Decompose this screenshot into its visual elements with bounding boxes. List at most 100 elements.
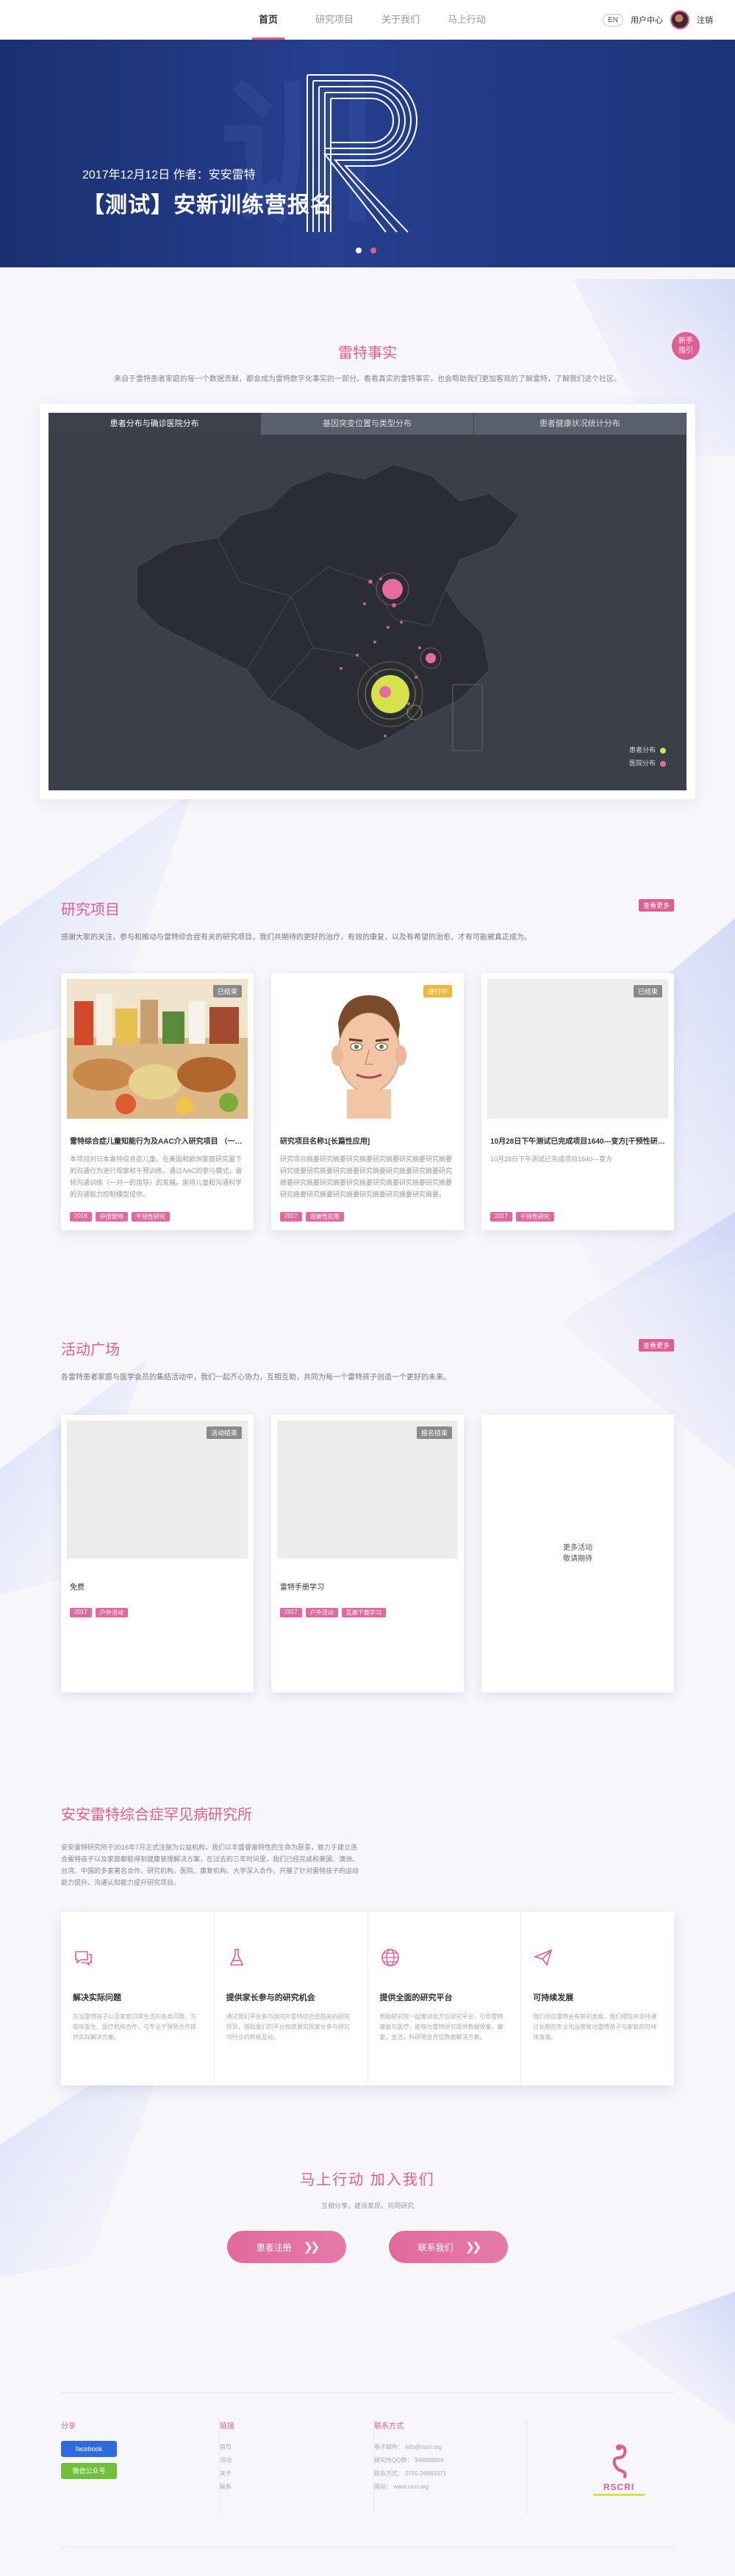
tag[interactable]: 观察性应用 [305, 1212, 344, 1222]
activity-image-placeholder [67, 1421, 248, 1559]
footer-contact-heading: 联系方式 [374, 2422, 404, 2431]
activity-status-badge: 活动结束 [206, 1426, 242, 1439]
activity-image-placeholder [277, 1421, 458, 1559]
tag[interactable]: 2017 [490, 1212, 512, 1222]
research-cards: 已结束 雷特综合症儿童知能行为及AAC介入研究项目 （一期） 本项目对日本雷特综… [61, 973, 674, 1230]
newbie-guide-badge[interactable]: 新手 指引 [672, 332, 700, 360]
footer-link-contact[interactable]: 联系 [220, 2481, 373, 2494]
tag[interactable]: 2017 [280, 1212, 302, 1222]
tag[interactable]: 中国雷特 [95, 1212, 128, 1222]
tag[interactable]: 干预性研究 [515, 1212, 554, 1222]
tab-gene-mutation[interactable]: 基因突变位置与类型分布 [261, 413, 474, 435]
research-card[interactable]: 已结束 10月28日下午测试已完成项目1640---变方[干预性研究] 10月2… [481, 973, 674, 1230]
tag[interactable]: 互换下载学习 [341, 1608, 386, 1617]
research-card[interactable]: 进行中 研究项目名称1[长篇性应用] 研究项目摘要研究摘要研究摘要研究摘要研究摘… [271, 973, 464, 1230]
card-image-food: 已结束 [67, 979, 248, 1119]
activity-title[interactable]: 免费 [67, 1581, 248, 1592]
nav-user-area: EN 用户中心 注销 [603, 0, 713, 40]
activity-title[interactable]: 雷特手册学习 [277, 1581, 458, 1592]
map-legend: 患者分布 医院分布 [629, 743, 666, 770]
activities-more-button[interactable]: 查看更多 [638, 1339, 674, 1352]
hero-banner[interactable]: 训 2017年12月12日 作者：安安雷特 【测试】安新训练营报名 [0, 40, 735, 267]
globe-icon [380, 1947, 509, 1969]
card-title[interactable]: 研究项目名称1[长篇性应用] [277, 1135, 458, 1146]
tab-health-status[interactable]: 患者健康状况统计分布 [473, 413, 686, 435]
card-title[interactable]: 雷特综合症儿童知能行为及AAC介入研究项目 （一期） [67, 1135, 248, 1146]
double-chevron-right-icon: ❯❯ [465, 2241, 482, 2254]
carousel-dots [356, 248, 376, 253]
facts-title: 雷特事实 [338, 345, 397, 361]
facebook-button[interactable]: facebook [61, 2441, 117, 2457]
tab-patient-distribution[interactable]: 患者分布与确诊医院分布 [49, 413, 262, 435]
footer-link-home[interactable]: 首页 [220, 2441, 373, 2454]
carousel-dot-2[interactable] [370, 248, 376, 253]
china-map-graphic [136, 463, 520, 751]
research-title: 研究项目 [61, 902, 120, 918]
footer-bottom-bar [61, 2547, 674, 2576]
rscri-logo: RSCRI [593, 2442, 645, 2496]
nav-research[interactable]: 研究项目 [308, 0, 361, 40]
activities-subtitle: 各雷特患者家庭与医学会员的集结活动中，我们一起齐心协力，互相互助，共同为每一个雷… [61, 1374, 451, 1382]
legend-patients[interactable]: 患者分布 [629, 743, 666, 757]
more-activities-line1: 更多活动 [563, 1544, 592, 1552]
footer-link-about[interactable]: 关于 [220, 2467, 373, 2481]
institute-description: 安安雷特研究所于2016年7月正式注册为公益机构，我们以丰盛睿雷特性的生命为愿景… [61, 1844, 359, 1886]
card-status-badge: 已结束 [212, 985, 242, 997]
tag[interactable]: 干预性研究 [131, 1212, 170, 1222]
activity-status-badge: 报名结束 [416, 1426, 452, 1439]
contact-us-button[interactable]: 联系我们 ❯❯ [389, 2231, 508, 2263]
wechat-button[interactable]: 微信公众号 [61, 2463, 117, 2479]
nav-home[interactable]: 首页 [242, 0, 295, 40]
institute-title: 安安雷特综合症罕见病研究所 [61, 1807, 252, 1823]
chat-icon [73, 1947, 202, 1969]
footer: 分享 facebook 微信公众号 链接 首页 活动 关于 联系 联系方式 电子… [61, 2392, 674, 2547]
tag[interactable]: 2016 [70, 1212, 92, 1222]
feature-title: 解决实际问题 [73, 1994, 121, 2002]
tag[interactable]: 户外活动 [95, 1608, 128, 1617]
avatar[interactable] [670, 10, 689, 29]
cta-buttons: 患者注册 ❯❯ 联系我们 ❯❯ [0, 2231, 735, 2263]
language-toggle[interactable]: EN [603, 13, 623, 26]
tag[interactable]: 2017 [280, 1608, 302, 1617]
china-map[interactable]: 患者分布 医院分布 [49, 435, 686, 790]
logo-text: RSCRI [603, 2482, 635, 2492]
card-description: 研究项目摘要研究摘要研究摘要研究摘要研究摘要研究摘要研究摘要研究摘要研究摘要研究… [280, 1155, 453, 1198]
patient-register-button[interactable]: 患者注册 ❯❯ [227, 2231, 346, 2263]
tag[interactable]: 2017 [70, 1608, 92, 1617]
card-image-face: 进行中 [277, 979, 458, 1119]
activity-card[interactable]: 报名结束 雷特手册学习 2017 户外活动 互换下载学习 [271, 1415, 464, 1692]
feature-description: 帮助研究院一起推动全方位研究平台，引导雷特康复与医疗，能够为雷特研究提供数据收集… [379, 2013, 503, 2041]
facts-subtitle: 来自于雷特患者家庭的每一个数据贡献，都会成为雷特数字化事实的一部分。看看真实的雷… [114, 375, 621, 383]
feature-description: 应当雷特孩子以及家庭日常生活的各类问题，与临床医生、医疗机构合作，与专业干预师合… [73, 2013, 196, 2041]
activities-title: 活动广场 [61, 1342, 120, 1358]
footer-logo-area: RSCRI [527, 2420, 674, 2515]
more-activities-line2: 敬请期待 [563, 1555, 592, 1563]
card-status-badge: 进行中 [423, 985, 452, 997]
legend-hospitals[interactable]: 医院分布 [629, 757, 666, 770]
card-description: 10月28日下午测试已完成项目1640---变方 [490, 1155, 613, 1163]
research-card[interactable]: 已结束 雷特综合症儿童知能行为及AAC介入研究项目 （一期） 本项目对日本雷特综… [61, 973, 254, 1230]
tag[interactable]: 户外活动 [305, 1608, 338, 1617]
footer-link-activities[interactable]: 活动 [220, 2454, 373, 2467]
research-header: 研究项目 感谢大家的关注，参与和推动与雷特综合症有关的研究项目，我们共期待的更好… [61, 898, 674, 944]
feature-description: 我们坚信雷特会有新的发展，我们相信并坚持通过长期的专业化运营推动雷特孩子与家庭的… [533, 2013, 657, 2041]
activity-card[interactable]: 活动结束 免费 2017 户外活动 [61, 1415, 254, 1692]
card-status-badge: 已结束 [633, 985, 662, 997]
footer-links-heading: 链接 [220, 2422, 234, 2431]
newbie-badge-line1: 新手 [678, 337, 693, 345]
nav-about[interactable]: 关于我们 [374, 0, 427, 40]
card-title[interactable]: 10月28日下午测试已完成项目1640---变方[干预性研究] [487, 1135, 668, 1146]
carousel-dot-1[interactable] [356, 248, 362, 253]
research-subtitle: 感谢大家的关注，参与和推动与雷特综合症有关的研究项目，我们共期待的更好的治疗，有… [61, 934, 531, 942]
feature-description: 通过我们平台参与国内外雷特综合症相关的研究项目，借助我们的平台和资源实现家长参与… [226, 2013, 350, 2041]
user-center-link[interactable]: 用户中心 [631, 14, 663, 26]
logout-link[interactable]: 注销 [697, 14, 713, 26]
contact-website[interactable]: 网站： www.rscri.org [374, 2481, 526, 2494]
nav-action[interactable]: 马上行动 [440, 0, 493, 40]
cta-subtitle: 互相分享，建设发现，共同研究 [320, 2202, 414, 2209]
footer-links: 链接 首页 活动 关于 联系 [220, 2420, 374, 2515]
contact-email: 电子邮件： info@rscri.org [374, 2444, 442, 2450]
map-tabs: 患者分布与确诊医院分布 基因突变位置与类型分布 患者健康状况统计分布 [49, 413, 686, 435]
research-more-button[interactable]: 查看更多 [638, 899, 674, 912]
rscri-logo-mark [612, 2445, 627, 2478]
